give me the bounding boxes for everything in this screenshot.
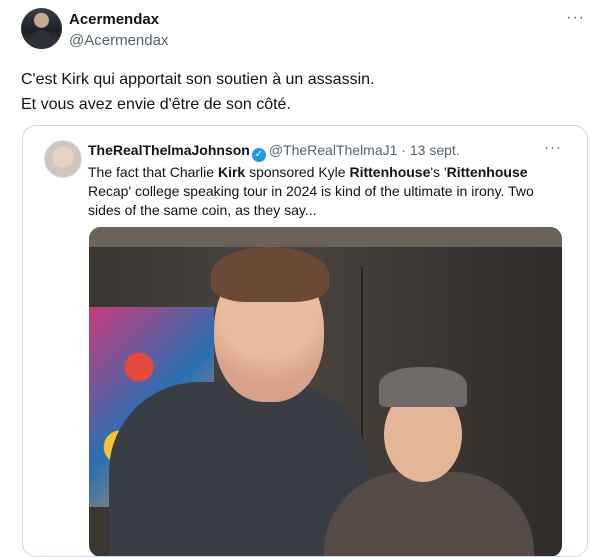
quoted-tweet-date[interactable]: 13 sept. (410, 142, 460, 158)
quoted-author-avatar[interactable] (44, 140, 82, 178)
separator-dot: · (397, 142, 410, 158)
tweet-text-line: Et vous avez envie d'être de son côté. (21, 96, 291, 113)
author-avatar[interactable] (21, 8, 62, 49)
quoted-tweet-text: The fact that Charlie Kirk sponsored Kyl… (88, 163, 558, 220)
quoted-author-handle[interactable]: @TheRealThelmaJ1 (269, 142, 398, 158)
quote-text-highlight: Rittenhouse (446, 164, 528, 180)
quote-text-highlight: Rittenhouse (349, 164, 431, 180)
photo-person-left-hair (211, 247, 329, 302)
quoted-tweet-header: TheRealThelmaJohnson ✓ @TheRealThelmaJ1 · … (88, 142, 460, 162)
author-handle[interactable]: @Acermendax (69, 32, 168, 49)
photo-person-right-cap (379, 367, 467, 407)
quote-text-highlight: Kirk (217, 164, 246, 180)
quote-text-segment: sponsored Kyle (245, 164, 350, 180)
more-options-icon[interactable]: ··· (566, 9, 585, 27)
verified-badge-icon: ✓ (251, 148, 266, 162)
quote-text-segment: Recap' college speaking tour in 2024 is … (88, 183, 534, 218)
quoted-tweet[interactable]: TheRealThelmaJohnson ✓ @TheRealThelmaJ1 · … (22, 125, 588, 557)
tweet-text-line: C'est Kirk qui apportait son soutien à u… (21, 71, 375, 88)
quoted-more-options-icon[interactable]: ··· (544, 139, 562, 156)
quote-text-segment: 's ' (430, 164, 447, 180)
author-display-name[interactable]: Acermendax (69, 11, 159, 28)
quote-text-segment: The fact that Charlie (88, 164, 218, 180)
quoted-author-name[interactable]: TheRealThelmaJohnson (88, 142, 250, 158)
tweet-text: C'est Kirk qui apportait son soutien à u… (21, 67, 571, 117)
quoted-tweet-photo[interactable] (89, 227, 562, 556)
photo-ceiling (89, 227, 562, 247)
